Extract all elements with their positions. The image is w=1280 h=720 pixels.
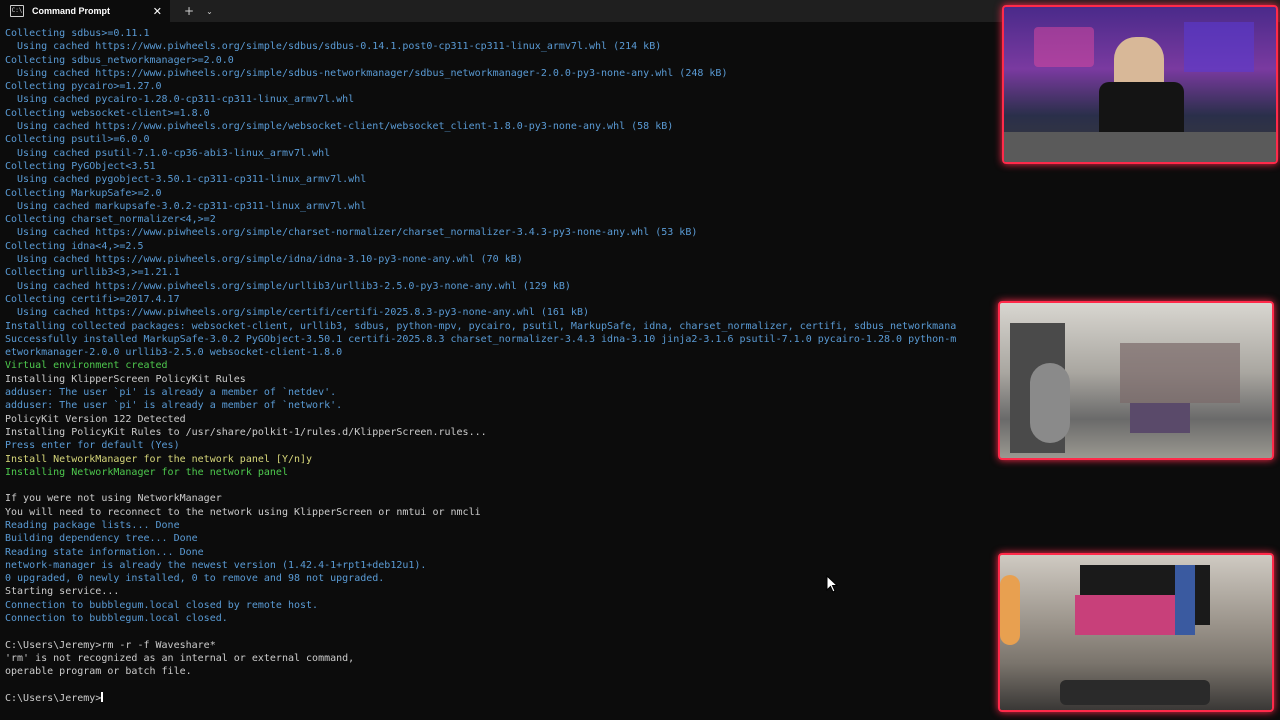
terminal-line: adduser: The user `pi' is already a memb…: [5, 400, 343, 412]
terminal-line: Connection to bubblegum.local closed by …: [5, 599, 319, 611]
terminal-line: Collecting websocket-client>=1.8.0: [5, 107, 210, 119]
webcam-overlay-workshop: [998, 301, 1274, 460]
terminal-line: etworkmanager-2.0.0 urllib3-2.5.0 websoc…: [5, 347, 343, 359]
tab-title: Command Prompt: [32, 6, 111, 16]
terminal-output[interactable]: Collecting sdbus>=0.11.1 Using cached ht…: [5, 27, 1000, 717]
terminal-line: 0 upgraded, 0 newly installed, 0 to remo…: [5, 573, 385, 585]
terminal-line: Using cached https://www.piwheels.org/si…: [5, 67, 728, 79]
terminal-line: Installing PolicyKit Rules to /usr/share…: [5, 426, 487, 438]
terminal-line: Using cached https://www.piwheels.org/si…: [5, 280, 571, 292]
terminal-line: Collecting sdbus>=0.11.1: [5, 28, 150, 39]
terminal-line: Collecting pycairo>=1.27.0: [5, 81, 162, 93]
terminal-line: Collecting idna<4,>=2.5: [5, 240, 144, 252]
terminal-line: operable program or batch file.: [5, 666, 192, 678]
terminal-line: Using cached pycairo-1.28.0-cp311-cp311-…: [5, 94, 355, 106]
webcam-overlay-presenter: [1002, 5, 1278, 164]
terminal-line: Using cached psutil-7.1.0-cp36-abi3-linu…: [5, 147, 331, 159]
terminal-line: Collecting charset_normalizer<4,>=2: [5, 214, 216, 226]
new-tab-button[interactable]: +: [184, 4, 194, 18]
terminal-line: Collecting MarkupSafe>=2.0: [5, 187, 162, 199]
terminal-icon: C:\: [10, 5, 24, 17]
terminal-line: C:\Users\Jeremy>rm -r -f Waveshare*: [5, 639, 216, 651]
text-cursor: [101, 691, 104, 702]
terminal-line: Virtual environment created: [5, 360, 168, 372]
terminal-line: Installing KlipperScreen PolicyKit Rules: [5, 373, 246, 385]
terminal-line: Install NetworkManager for the network p…: [5, 453, 313, 465]
terminal-line: Using cached https://www.piwheels.org/si…: [5, 41, 662, 53]
terminal-line: Collecting PyGObject<3.51: [5, 160, 156, 172]
terminal-line: 'rm' is not recognized as an internal or…: [5, 652, 355, 664]
mouse-pointer-icon: [826, 575, 838, 593]
prompt-line[interactable]: C:\Users\Jeremy>: [5, 691, 1000, 705]
terminal-line: Reading package lists... Done: [5, 519, 180, 531]
chevron-down-icon[interactable]: ⌄: [206, 7, 213, 16]
terminal-line: Using cached https://www.piwheels.org/si…: [5, 254, 523, 266]
tab-command-prompt[interactable]: C:\ Command Prompt ✕: [0, 0, 170, 22]
terminal-line: Collecting urllib3<3,>=1.21.1: [5, 267, 180, 279]
terminal-line: network-manager is already the newest ve…: [5, 559, 427, 571]
terminal-line: Using cached markupsafe-3.0.2-cp311-cp31…: [5, 200, 367, 212]
terminal-line: Using cached https://www.piwheels.org/si…: [5, 227, 698, 239]
terminal-line: Collecting sdbus_networkmanager>=2.0.0: [5, 54, 234, 66]
terminal-line: Starting service...: [5, 586, 120, 598]
command-prompt: C:\Users\Jeremy>: [5, 692, 102, 704]
terminal-line: Connection to bubblegum.local closed.: [5, 613, 228, 625]
terminal-line: Collecting certifi>=2017.4.17: [5, 293, 180, 305]
terminal-line: If you were not using NetworkManager: [5, 493, 222, 505]
close-icon[interactable]: ✕: [153, 5, 162, 18]
terminal-line: Using cached https://www.piwheels.org/si…: [5, 121, 674, 133]
terminal-line: Using cached pygobject-3.50.1-cp311-cp31…: [5, 174, 367, 186]
terminal-line: Installing collected packages: websocket…: [5, 320, 957, 332]
terminal-line: Using cached https://www.piwheels.org/si…: [5, 307, 589, 319]
webcam-overlay-printer: [998, 553, 1274, 712]
terminal-line: Reading state information... Done: [5, 546, 204, 558]
terminal-line: Installing NetworkManager for the networ…: [5, 466, 288, 478]
terminal-line: Press enter for default (Yes): [5, 440, 180, 452]
terminal-line: PolicyKit Version 122 Detected: [5, 413, 186, 425]
terminal-line: Building dependency tree... Done: [5, 533, 198, 545]
terminal-line: You will need to reconnect to the networ…: [5, 506, 481, 518]
terminal-line: adduser: The user `pi' is already a memb…: [5, 387, 337, 399]
terminal-line: Collecting psutil>=6.0.0: [5, 134, 150, 146]
terminal-line: Successfully installed MarkupSafe-3.0.2 …: [5, 333, 957, 345]
